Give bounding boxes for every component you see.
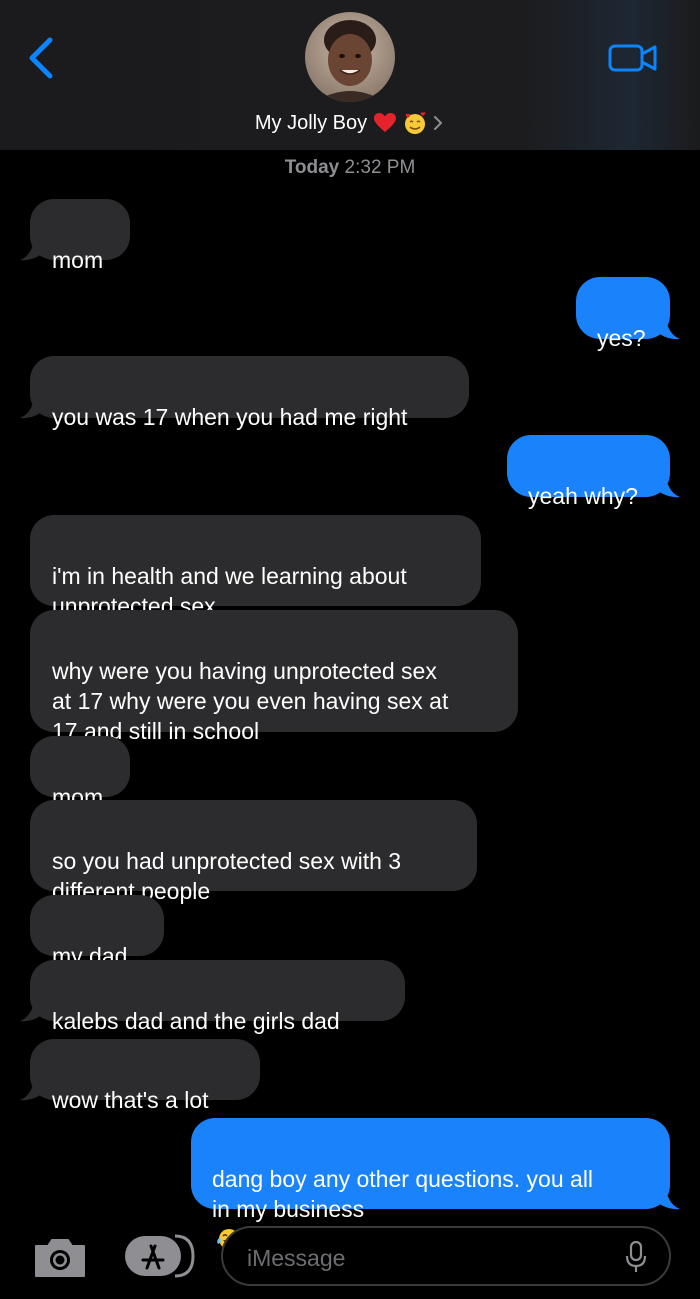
bubble-tail xyxy=(20,236,44,261)
timestamp-time: 2:32 PM xyxy=(344,157,416,178)
camera-icon[interactable] xyxy=(32,1234,88,1280)
app-store-icon[interactable] xyxy=(123,1232,195,1280)
received-message[interactable]: why were you having unprotected sex at 1… xyxy=(30,610,518,744)
message-input-field[interactable] xyxy=(221,1226,671,1286)
microphone-icon[interactable] xyxy=(625,1240,647,1274)
message-text: yes? xyxy=(597,325,646,351)
received-message[interactable]: kalebs dad and the girls dad xyxy=(30,960,405,1034)
message-text: wow that's a lot xyxy=(52,1087,209,1113)
contact-avatar[interactable] xyxy=(305,12,395,102)
received-message[interactable]: my dad xyxy=(30,895,164,969)
message-text: yeah why? xyxy=(528,483,638,509)
bubble-tail xyxy=(20,1076,44,1101)
facetime-video-icon[interactable] xyxy=(608,42,658,74)
received-message[interactable]: mom xyxy=(30,199,130,273)
red-heart-icon xyxy=(374,113,397,132)
message-input[interactable] xyxy=(245,1240,609,1276)
sent-message[interactable]: yeah why? xyxy=(507,435,670,509)
message-timestamp: Today 2:32 PM xyxy=(0,157,700,179)
timestamp-day: Today xyxy=(284,157,340,178)
back-chevron-icon[interactable] xyxy=(22,36,62,80)
message-text: dang boy any other questions. you all in… xyxy=(212,1166,594,1222)
bubble-tail xyxy=(20,997,44,1022)
conversation-header: My Jolly Boy xyxy=(0,0,700,150)
bubble-tail xyxy=(656,473,680,498)
contact-name-row[interactable]: My Jolly Boy xyxy=(0,108,700,138)
received-message[interactable]: so you had unprotected sex with 3 differ… xyxy=(30,800,477,904)
contact-name: My Jolly Boy xyxy=(254,111,368,134)
received-message[interactable]: wow that's a lot xyxy=(30,1039,260,1113)
received-message[interactable]: mom xyxy=(30,736,130,810)
received-message[interactable]: you was 17 when you had me right xyxy=(30,356,469,430)
bubble-tail xyxy=(656,1185,680,1210)
compose-bar xyxy=(0,1218,700,1299)
message-text: you was 17 when you had me right xyxy=(52,404,408,430)
sent-message[interactable]: dang boy any other questions. you all in… xyxy=(191,1118,670,1249)
message-text: why were you having unprotected sex at 1… xyxy=(52,658,449,744)
received-message[interactable]: i'm in health and we learning about unpr… xyxy=(30,515,481,619)
message-text: mom xyxy=(52,247,104,273)
message-text: kalebs dad and the girls dad xyxy=(52,1008,340,1034)
bubble-tail xyxy=(656,315,680,340)
chevron-right-icon xyxy=(434,116,443,130)
smiling-face-with-hearts-icon xyxy=(405,112,426,134)
avatar-photo xyxy=(305,12,395,102)
bubble-tail xyxy=(20,394,44,419)
